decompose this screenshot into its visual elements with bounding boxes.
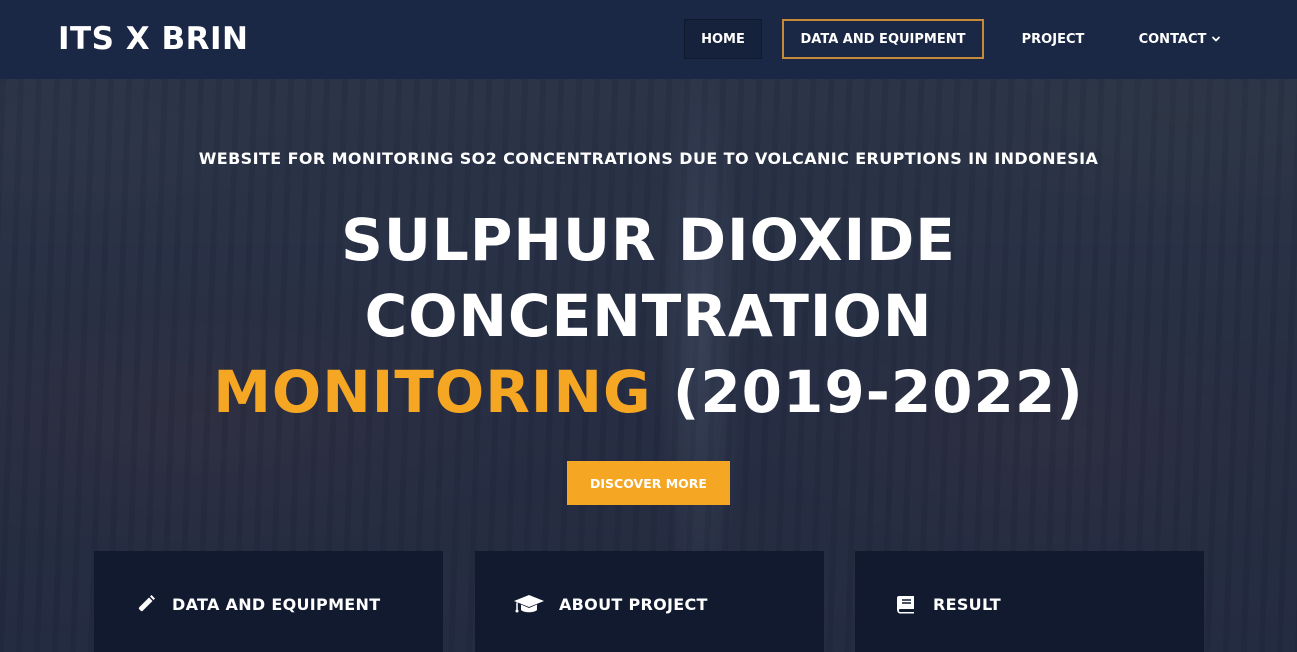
graduation-cap-icon <box>514 595 544 613</box>
hero-section: WEBSITE FOR MONITORING SO2 CONCENTRATION… <box>0 79 1297 652</box>
hero-title-line-2: CONCENTRATION <box>364 282 933 350</box>
card-result[interactable]: RESULT <box>855 551 1204 652</box>
card-about-project-title: ABOUT PROJECT <box>559 594 708 614</box>
chevron-down-icon <box>1212 36 1221 42</box>
hero-title-years: (2019-2022) <box>651 358 1084 426</box>
hero-title: SULPHUR DIOXIDE CONCENTRATION MONITORING… <box>0 202 1297 430</box>
card-result-title: RESULT <box>933 594 1002 614</box>
nav-contact[interactable]: CONTACT <box>1124 19 1236 59</box>
hero-title-accent: MONITORING <box>213 358 652 426</box>
pencil-icon <box>137 595 155 613</box>
card-data-and-equipment-title: DATA AND EQUIPMENT <box>172 594 381 614</box>
nav-data-and-equipment-label: DATA AND EQUIPMENT <box>800 31 966 47</box>
card-about-project[interactable]: ABOUT PROJECT <box>475 551 824 652</box>
nav-home-label: HOME <box>701 31 745 47</box>
discover-more-button[interactable]: DISCOVER MORE <box>567 461 730 505</box>
card-data-and-equipment[interactable]: DATA AND EQUIPMENT <box>94 551 443 652</box>
nav-data-and-equipment[interactable]: DATA AND EQUIPMENT <box>782 19 984 59</box>
nav-project[interactable]: PROJECT <box>1004 19 1102 59</box>
book-icon <box>897 596 914 614</box>
navbar: ITS X BRIN HOME DATA AND EQUIPMENT PROJE… <box>0 0 1297 79</box>
nav-project-label: PROJECT <box>1021 31 1085 47</box>
brand-logo[interactable]: ITS X BRIN <box>58 19 248 59</box>
hero-title-line-3: MONITORING (2019-2022) <box>0 354 1297 430</box>
nav-contact-label: CONTACT <box>1138 31 1207 47</box>
hero-subtitle: WEBSITE FOR MONITORING SO2 CONCENTRATION… <box>198 149 1099 168</box>
page: ITS X BRIN HOME DATA AND EQUIPMENT PROJE… <box>0 0 1297 652</box>
nav-home[interactable]: HOME <box>684 19 762 59</box>
hero-title-line-1: SULPHUR DIOXIDE <box>341 206 956 274</box>
